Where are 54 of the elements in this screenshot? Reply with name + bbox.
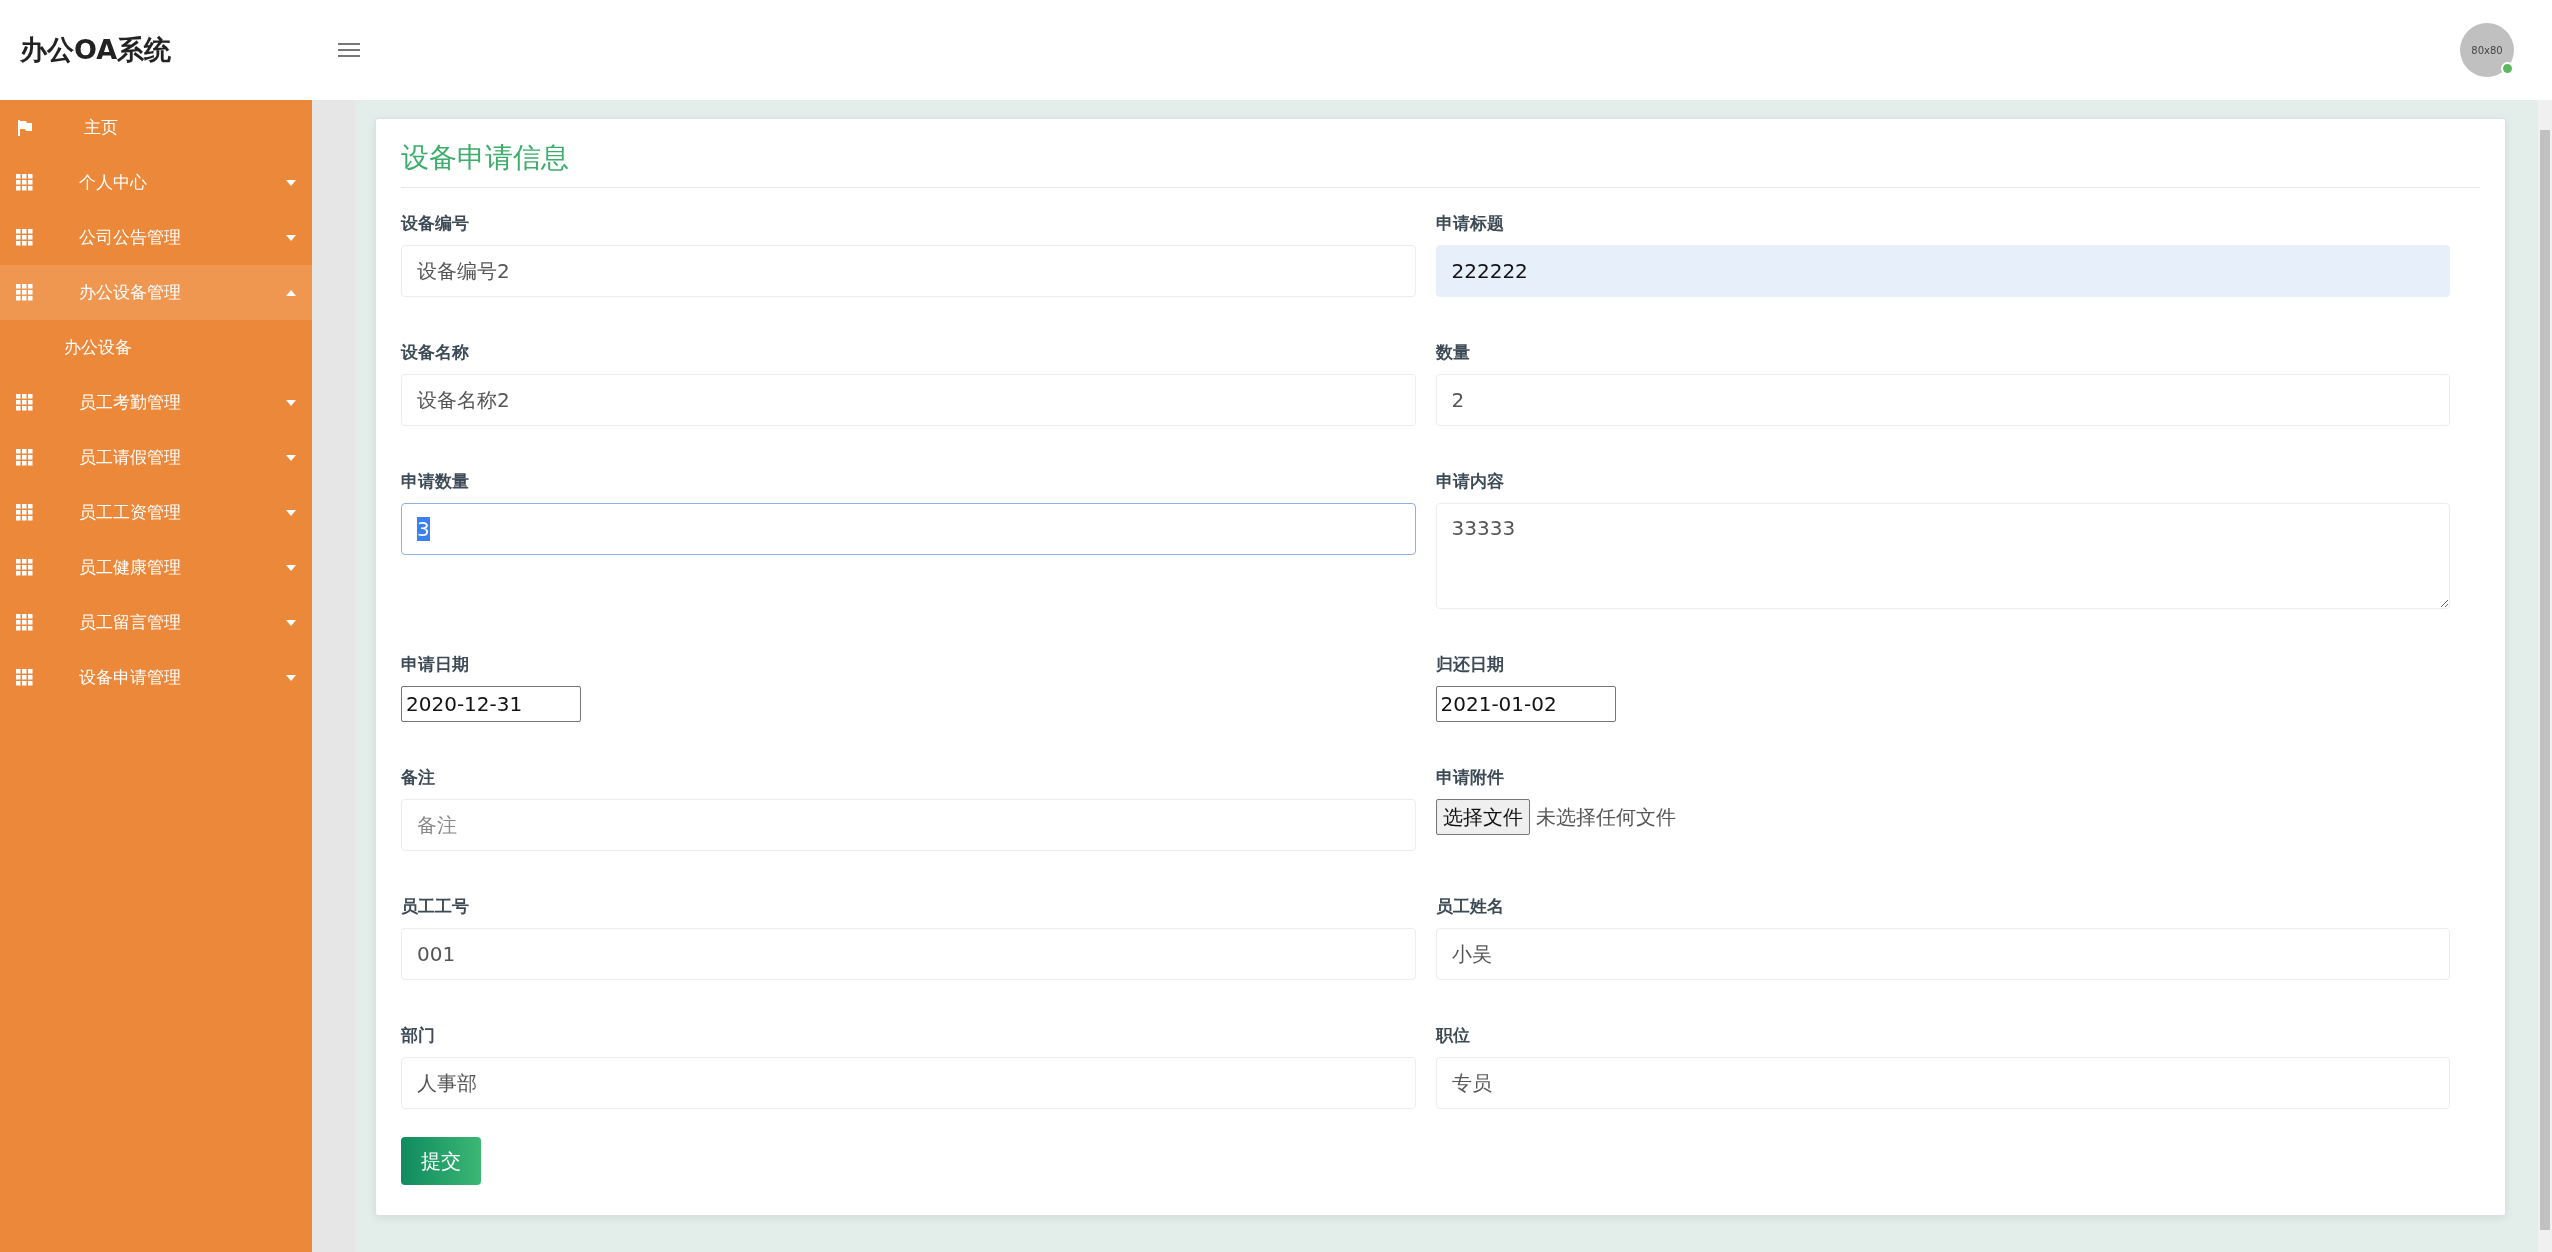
- field-label: 申请日期: [401, 653, 469, 676]
- field-label: 申请数量: [401, 470, 469, 493]
- grid-icon: [16, 614, 33, 631]
- input-field[interactable]: 备注: [401, 799, 1416, 851]
- field-label: 申请附件: [1435, 766, 1504, 789]
- flag-icon: [16, 118, 34, 137]
- grid-icon: [16, 669, 33, 686]
- input-field[interactable]: 设备编号2: [401, 245, 1416, 297]
- scrollbar[interactable]: [2538, 100, 2552, 1252]
- date-field[interactable]: 2020-12-31: [401, 686, 581, 722]
- caret-icon: [286, 399, 296, 406]
- field-label: 备注: [401, 766, 435, 789]
- input-field[interactable]: 2: [1435, 374, 2450, 426]
- choose-file-button[interactable]: 选择文件: [1435, 799, 1530, 835]
- input-field[interactable]: 001: [401, 928, 1416, 980]
- field-label: 职位: [1435, 1024, 1470, 1047]
- menu-icon[interactable]: [337, 41, 361, 59]
- grid-icon: [16, 394, 33, 411]
- input-field[interactable]: 人事部: [401, 1057, 1416, 1109]
- field-label: 员工工号: [401, 895, 469, 918]
- textarea-field[interactable]: 33333: [1435, 503, 2450, 609]
- form-title: 设备申请信息: [401, 139, 2480, 188]
- field-label: 数量: [1435, 341, 1470, 364]
- caret-icon: [286, 179, 296, 186]
- caret-icon: [286, 674, 296, 681]
- caret-icon: [286, 509, 296, 516]
- grid-icon: [16, 284, 33, 301]
- input-field[interactable]: 222222: [1435, 245, 2450, 297]
- input-field[interactable]: 3: [401, 503, 1416, 555]
- brand-title: 办公OA系统: [19, 33, 173, 67]
- input-field[interactable]: 小吴: [1435, 928, 2450, 980]
- input-field[interactable]: 专员: [1435, 1057, 2450, 1109]
- caret-icon: [286, 619, 296, 626]
- grid-icon: [16, 174, 33, 191]
- caret-icon: [286, 289, 296, 296]
- field-label: 归还日期: [1435, 653, 1504, 676]
- input-field[interactable]: 设备名称2: [401, 374, 1416, 426]
- field-label: 设备编号: [401, 212, 469, 235]
- field-label: 申请标题: [1435, 212, 1504, 235]
- grid-icon: [16, 504, 33, 521]
- grid-icon: [16, 229, 33, 246]
- caret-icon: [286, 234, 296, 241]
- file-status: 未选择任何文件: [1535, 803, 1676, 831]
- field-label: 申请内容: [1435, 470, 1504, 493]
- field-label: 部门: [401, 1024, 435, 1047]
- field-label: 设备名称: [401, 341, 469, 364]
- grid-icon: [16, 449, 33, 466]
- field-label: 员工姓名: [1435, 895, 1504, 918]
- grid-icon: [16, 559, 33, 576]
- avatar[interactable]: 80x80: [2460, 23, 2514, 77]
- caret-icon: [286, 564, 296, 571]
- caret-icon: [286, 454, 296, 461]
- submit-button[interactable]: 提交: [401, 1137, 481, 1185]
- date-field[interactable]: 2021-01-02: [1435, 686, 1616, 722]
